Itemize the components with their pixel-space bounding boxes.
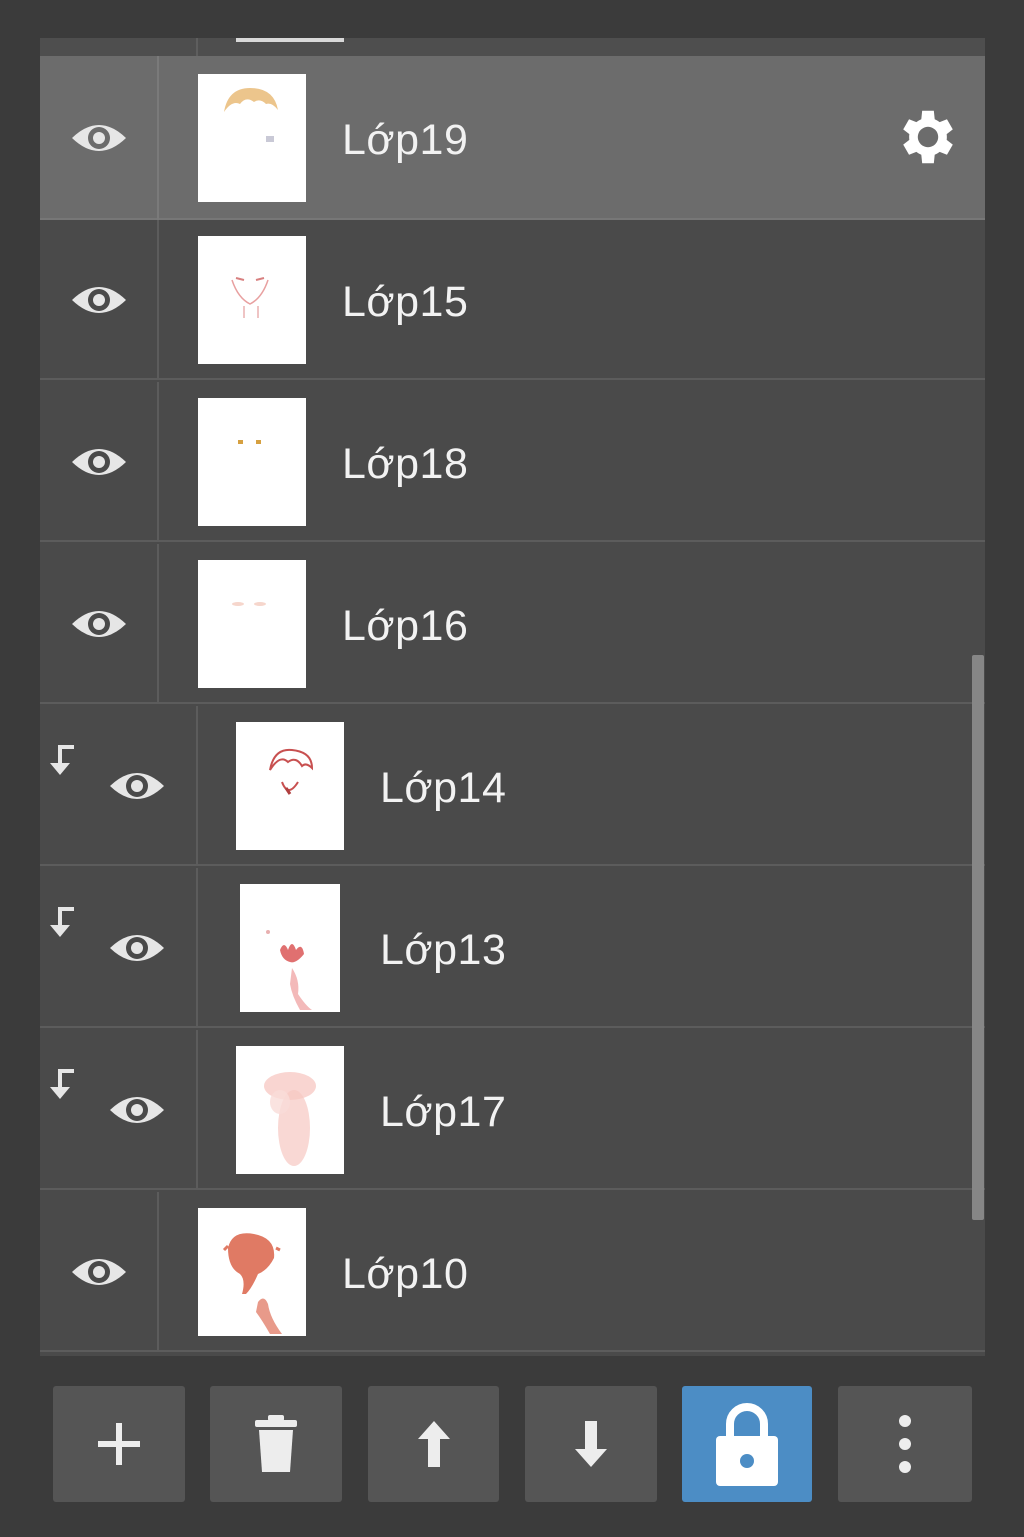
layer-name: Lớp13 — [380, 926, 507, 974]
layer-row-lop17[interactable]: Lớp17 — [40, 1030, 985, 1190]
layer-list-top-edge — [40, 38, 985, 58]
divider — [196, 38, 198, 56]
layer-name: Lớp19 — [342, 116, 469, 164]
layer-row-lop10[interactable]: Lớp10 — [40, 1192, 985, 1352]
layer-row-lop15[interactable]: Lớp15 — [40, 220, 985, 380]
layer-name: Lớp15 — [342, 278, 469, 326]
divider — [157, 220, 159, 380]
visibility-eye-icon[interactable] — [108, 766, 166, 806]
plus-icon — [98, 1423, 140, 1465]
add-layer-button[interactable] — [53, 1386, 185, 1502]
trash-icon — [255, 1415, 297, 1472]
layer-thumbnail — [198, 74, 306, 202]
more-options-button[interactable] — [838, 1386, 972, 1502]
clipping-arrow-icon — [50, 907, 74, 937]
divider — [196, 706, 198, 866]
layer-name: Lớp10 — [342, 1250, 469, 1298]
layer-thumbnail — [236, 1046, 344, 1174]
divider — [157, 544, 159, 704]
arrow-up-icon — [417, 1421, 450, 1467]
layer-thumbnail — [198, 560, 306, 688]
divider — [196, 868, 198, 1028]
layer-thumbnail — [198, 236, 306, 364]
layer-toolbar — [0, 1386, 1024, 1504]
visibility-eye-icon[interactable] — [108, 928, 166, 968]
layer-thumbnail — [240, 884, 340, 1012]
layer-thumbnail — [198, 1208, 306, 1336]
gear-icon[interactable] — [893, 102, 963, 172]
layer-panel: Lớp19 Lớp15 Lớp18 Lớp16 Lớp14 Lớp13 Lớp1… — [0, 0, 1024, 1537]
layer-name: Lớp18 — [342, 440, 469, 488]
visibility-eye-icon[interactable] — [70, 1252, 128, 1292]
more-vertical-icon — [899, 1415, 911, 1473]
visibility-eye-icon[interactable] — [70, 118, 128, 158]
move-layer-up-button[interactable] — [368, 1386, 499, 1502]
layer-name: Lớp14 — [380, 764, 507, 812]
layer-list[interactable]: Lớp19 Lớp15 Lớp18 Lớp16 Lớp14 Lớp13 Lớp1… — [40, 38, 985, 1356]
visibility-eye-icon[interactable] — [70, 604, 128, 644]
divider — [157, 382, 159, 542]
clipping-arrow-icon — [50, 1069, 74, 1099]
layer-thumbnail — [198, 398, 306, 526]
visibility-eye-icon[interactable] — [70, 280, 128, 320]
divider — [196, 1030, 198, 1190]
layer-row-lop19[interactable]: Lớp19 — [40, 56, 985, 220]
divider — [157, 56, 159, 220]
delete-layer-button[interactable] — [210, 1386, 342, 1502]
layer-row-lop18[interactable]: Lớp18 — [40, 382, 985, 542]
layer-name: Lớp17 — [380, 1088, 507, 1136]
lock-layer-button[interactable] — [682, 1386, 812, 1502]
move-layer-down-button[interactable] — [525, 1386, 657, 1502]
visibility-eye-icon[interactable] — [70, 442, 128, 482]
scrollbar[interactable] — [972, 655, 984, 1220]
layer-name: Lớp16 — [342, 602, 469, 650]
layer-row-lop13[interactable]: Lớp13 — [40, 868, 985, 1028]
clipping-arrow-icon — [50, 745, 74, 775]
layer-row-lop14[interactable]: Lớp14 — [40, 706, 985, 866]
lock-icon — [716, 1403, 778, 1486]
divider — [157, 1192, 159, 1352]
arrow-down-icon — [575, 1421, 607, 1467]
thumbnail-edge — [236, 38, 344, 42]
layer-row-lop16[interactable]: Lớp16 — [40, 544, 985, 704]
layer-thumbnail — [236, 722, 344, 850]
visibility-eye-icon[interactable] — [108, 1090, 166, 1130]
